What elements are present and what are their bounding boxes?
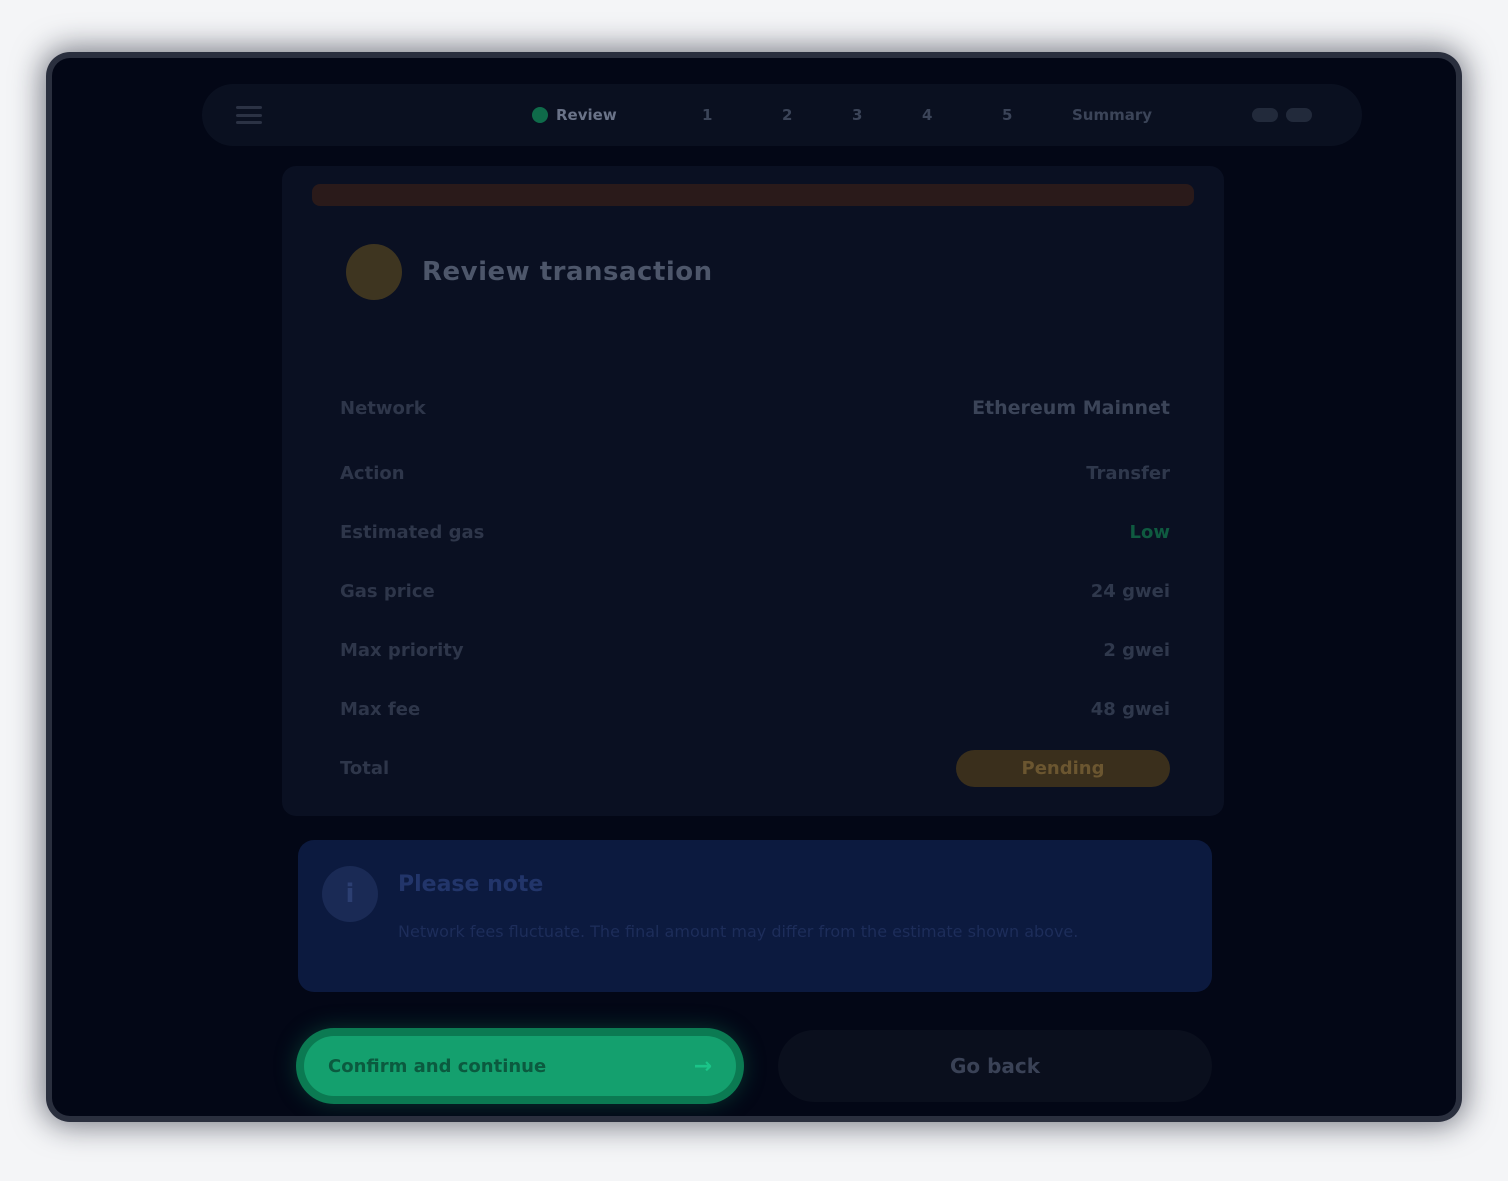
detail-row: Total Pending (340, 739, 1170, 798)
warning-icon (346, 244, 402, 300)
detail-row: Network Ethereum Mainnet (340, 372, 1170, 444)
detail-value: 24 gwei (1090, 581, 1170, 602)
info-title: Please note (398, 872, 544, 897)
detail-value: Ethereum Mainnet (972, 397, 1170, 419)
info-text: Network fees fluctuate. The final amount… (398, 922, 1079, 941)
info-icon: i (322, 866, 378, 922)
card-title: Review transaction (422, 257, 713, 287)
detail-label: Max fee (340, 699, 421, 720)
detail-label: Network (340, 397, 426, 419)
nav-step-label: 3 (852, 106, 863, 124)
nav-step-3[interactable]: 3 (852, 103, 862, 127)
card-header: Review transaction (346, 244, 713, 300)
nav-step-label: Review (556, 106, 617, 124)
alert-strip (312, 184, 1194, 206)
detail-row: Max priority 2 gwei (340, 621, 1170, 680)
detail-label: Action (340, 463, 405, 484)
menu-icon[interactable] (236, 106, 262, 124)
nav-step-summary[interactable]: Summary (1072, 103, 1152, 127)
nav-step-1[interactable]: 1 (702, 103, 712, 127)
nav-step-label: 4 (922, 106, 933, 124)
detail-value: Low (1129, 522, 1170, 543)
detail-label: Gas price (340, 581, 435, 602)
detail-value: 48 gwei (1090, 699, 1170, 720)
status-badge: Pending (956, 750, 1170, 787)
review-card: Review transaction Network Ethereum Main… (282, 166, 1224, 816)
go-back-button[interactable]: Go back (778, 1030, 1212, 1102)
detail-row: Max fee 48 gwei (340, 680, 1170, 739)
arrow-right-icon: → (693, 1053, 712, 1079)
detail-label: Estimated gas (340, 522, 485, 543)
info-box: i Please note Network fees fluctuate. Th… (298, 840, 1212, 992)
confirm-button-label: Confirm and continue (328, 1055, 547, 1077)
nav-step-5[interactable]: 5 (1002, 103, 1012, 127)
detail-row: Estimated gas Low (340, 503, 1170, 562)
more-icon (1252, 108, 1278, 122)
detail-row: Action Transfer (340, 444, 1170, 503)
detail-label: Total (340, 758, 390, 779)
detail-label: Max priority (340, 640, 464, 661)
nav-step-4[interactable]: 4 (922, 103, 932, 127)
more-icon (1286, 108, 1312, 122)
detail-value: 2 gwei (1103, 640, 1170, 661)
confirm-button[interactable]: Confirm and continue → (304, 1036, 736, 1096)
nav-step-label: 2 (782, 106, 793, 124)
app-window: Review 1 2 3 4 5 Summary Review transact… (52, 58, 1456, 1116)
detail-row: Gas price 24 gwei (340, 562, 1170, 621)
detail-list: Network Ethereum Mainnet Action Transfer… (340, 372, 1170, 798)
nav-step-label: Summary (1072, 106, 1153, 124)
nav-step-label: 1 (702, 106, 713, 124)
detail-value: Transfer (1086, 463, 1170, 484)
nav-step-review[interactable]: Review (532, 103, 617, 127)
top-navigation: Review 1 2 3 4 5 Summary (202, 84, 1362, 146)
step-active-icon (532, 107, 548, 123)
nav-step-label: 5 (1002, 106, 1013, 124)
nav-step-more[interactable] (1252, 103, 1312, 127)
nav-step-2[interactable]: 2 (782, 103, 792, 127)
